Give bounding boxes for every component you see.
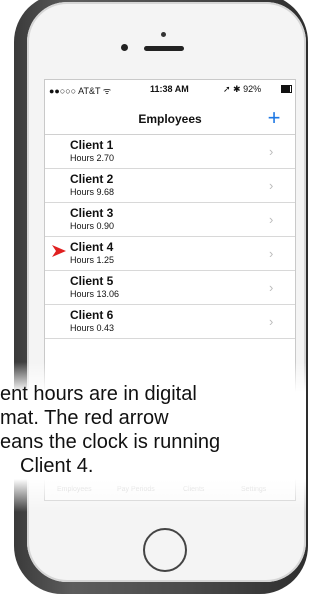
employee-hours: Hours 13.06 (70, 289, 120, 299)
caption-line: Client 4. (20, 455, 94, 477)
caption-line: mat. The red arrow (0, 407, 169, 429)
add-employee-button[interactable]: + (260, 104, 288, 132)
employee-name: Client 1 (70, 138, 114, 152)
navigation-bar: Employees + (45, 98, 295, 135)
caption-line: eans the clock is running (0, 431, 221, 453)
chevron-right-icon: › (269, 144, 274, 159)
status-time: 11:38 AM (150, 84, 189, 94)
home-button[interactable] (143, 528, 187, 572)
employee-hours: Hours 1.25 (70, 255, 115, 265)
chevron-right-icon: › (269, 280, 274, 295)
page-title: Employees (138, 112, 202, 126)
list-item[interactable]: Client 4 Hours 1.25 › (45, 237, 295, 271)
employee-name: Client 6 (70, 308, 114, 322)
employee-name: Client 2 (70, 172, 114, 186)
employee-hours: Hours 0.43 (70, 323, 115, 333)
carrier-signal: ●●○○○ AT&T ᯤ (49, 86, 112, 96)
employee-name: Client 5 (70, 274, 114, 288)
chevron-right-icon: › (269, 178, 274, 193)
list-item[interactable]: Client 6 Hours 0.43 › (45, 305, 295, 339)
employee-list: Client 1 Hours 2.70 › Client 2 Hours 9.68 › Cl… (45, 135, 295, 339)
employee-name: Client 4 (70, 240, 114, 254)
front-camera (161, 32, 166, 37)
employee-name: Client 3 (70, 206, 114, 220)
employee-hours: Hours 2.70 (70, 153, 115, 163)
employee-hours: Hours 9.68 (70, 187, 115, 197)
caption-line: ent hours are in digital (0, 383, 197, 405)
proximity-sensor (121, 44, 128, 51)
earpiece-speaker (144, 46, 184, 51)
status-bar: ●●○○○ AT&T ᯤ 11:38 AM ➚ ✱ 92% (45, 80, 295, 98)
list-item[interactable]: Client 2 Hours 9.68 › (45, 169, 295, 203)
chevron-right-icon: › (269, 314, 274, 329)
list-item[interactable]: Client 1 Hours 2.70 › (45, 135, 295, 169)
caption-text: ent hours are in digital mat. The red arr… (0, 382, 306, 478)
chevron-right-icon: › (269, 246, 274, 261)
running-clock-arrow-icon (52, 245, 66, 257)
list-item[interactable]: Client 5 Hours 13.06 › (45, 271, 295, 305)
status-indicators: ➚ ✱ 92% (223, 84, 262, 94)
chevron-right-icon: › (269, 212, 274, 227)
employee-hours: Hours 0.90 (70, 221, 115, 231)
list-item[interactable]: Client 3 Hours 0.90 › (45, 203, 295, 237)
battery-icon (281, 85, 292, 93)
